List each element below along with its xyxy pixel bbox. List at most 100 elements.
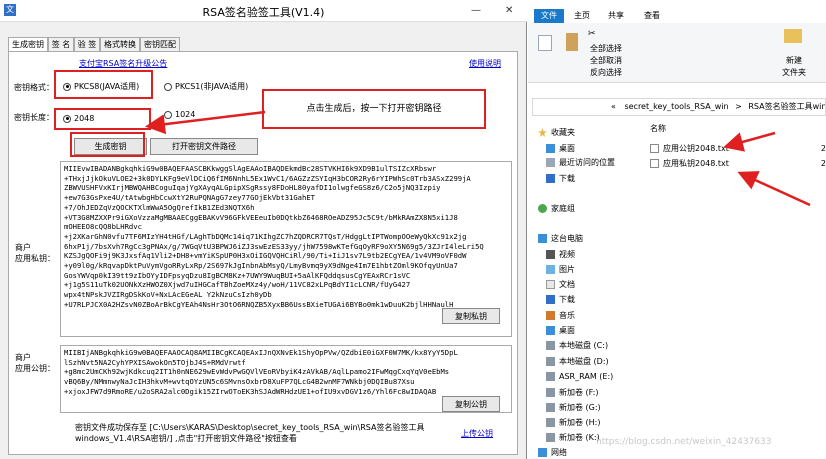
music-icon: [546, 311, 555, 320]
scissors-icon[interactable]: ✂: [588, 29, 596, 39]
select-all-button[interactable]: 全部选择: [590, 43, 622, 54]
address-bar[interactable]: « secret_key_tools_RSA_win > RSA签名验签工具wi…: [532, 98, 826, 116]
file-private-key[interactable]: 应用私钥2048.txt 2: [650, 158, 826, 169]
homegroup-icon: [538, 204, 547, 213]
copy-icon[interactable]: [538, 35, 552, 51]
ribbon-tab-view[interactable]: 查看: [642, 9, 662, 23]
drive-icon: [546, 433, 555, 442]
address-segment-current[interactable]: RSA签名验签工具windows: [748, 102, 825, 111]
document-icon: [546, 280, 555, 289]
nav-drive-k[interactable]: 新加卷 (K:): [546, 432, 600, 443]
ribbon: ✂ 全部选择 全部取消 反向选择 新建 文件夹: [528, 23, 826, 83]
ribbon-tab-file[interactable]: 文件: [534, 9, 564, 23]
length-highlight-box: [54, 108, 151, 130]
pkcs1-radio[interactable]: PKCS1(非JAVA适用): [164, 81, 248, 92]
select-none-button[interactable]: 全部取消: [590, 55, 622, 66]
nav-pictures[interactable]: 图片: [546, 264, 575, 275]
copy-private-key-button[interactable]: 复制私钥: [442, 308, 500, 324]
ribbon-tabs: 文件 主页 共享 查看: [528, 9, 826, 23]
nav-downloads-pc[interactable]: 下载: [546, 294, 575, 305]
file-list: 名称 应用公钥2048.txt 2 应用私钥2048.txt 2: [650, 120, 826, 459]
address-segment-folder[interactable]: secret_key_tools_RSA_win: [624, 102, 728, 111]
rsa-tool-window: 文 RSA签名验签工具(V1.4) — ✕ 生成密钥 签 名 验 签 格式转换 …: [0, 0, 527, 459]
drive-icon: [546, 357, 555, 366]
nav-desktop[interactable]: 桌面: [546, 143, 575, 154]
download-icon: [546, 295, 555, 304]
nav-documents[interactable]: 文档: [546, 279, 575, 290]
nav-label: 视频: [559, 250, 575, 259]
network-icon: [538, 448, 547, 457]
desktop-icon: [546, 326, 555, 335]
folder-icon[interactable]: [784, 29, 802, 43]
desktop-icon: [546, 144, 555, 153]
video-icon: [546, 250, 555, 259]
copy-public-key-button[interactable]: 复制公钥: [442, 396, 500, 412]
nav-drive-f[interactable]: 新加卷 (F:): [546, 387, 598, 398]
window-title: RSA签名验签工具(V1.4): [202, 6, 325, 19]
star-icon: [538, 128, 547, 137]
help-link[interactable]: 使用说明: [469, 58, 501, 69]
nav-this-pc[interactable]: 这台电脑: [538, 233, 583, 244]
drive-icon: [546, 372, 555, 381]
save-path-message-1: 密钥文件成功保存至 [C:\Users\KARAS\Desktop\secret…: [75, 423, 425, 432]
nav-drive-d[interactable]: 本地磁盘 (D:): [546, 356, 609, 367]
radio-empty-icon: [164, 110, 172, 119]
nav-homegroup[interactable]: 家庭组: [538, 203, 575, 214]
close-button[interactable]: ✕: [505, 5, 513, 16]
nav-drive-c[interactable]: 本地磁盘 (C:): [546, 340, 608, 351]
drive-icon: [546, 388, 555, 397]
nav-desktop-pc[interactable]: 桌面: [546, 325, 575, 336]
file-name: 应用公钥2048.txt: [663, 144, 729, 153]
nav-label: 本地磁盘 (D:): [559, 357, 609, 366]
invert-selection-button[interactable]: 反向选择: [590, 67, 622, 78]
nav-downloads[interactable]: 下载: [546, 173, 575, 184]
nav-label: 新加卷 (K:): [559, 433, 600, 442]
nav-label: 图片: [559, 265, 575, 274]
file-date: 2: [820, 144, 826, 153]
picture-icon: [546, 265, 555, 274]
minimize-button[interactable]: —: [471, 5, 481, 16]
paste-icon[interactable]: [566, 33, 578, 51]
tab-sign[interactable]: 签 名: [48, 37, 74, 51]
nav-label: 本地磁盘 (C:): [559, 341, 609, 350]
ribbon-tab-home[interactable]: 主页: [572, 9, 592, 23]
tab-format-convert[interactable]: 格式转换: [100, 37, 140, 51]
new-folder-label-1[interactable]: 新建: [786, 55, 802, 66]
nav-label: 新加卷 (G:): [559, 403, 601, 412]
nav-label: 文档: [559, 280, 575, 289]
upload-public-key-link[interactable]: 上传公钥: [461, 428, 493, 439]
upgrade-notice-link[interactable]: 支付宝RSA签名升级公告: [79, 58, 167, 69]
annotation-callout: 点击生成后，按一下打开密钥路径: [262, 89, 486, 129]
length-1024-radio[interactable]: 1024: [164, 110, 195, 119]
nav-label: 最近访问的位置: [559, 158, 615, 167]
tab-generate-key[interactable]: 生成密钥: [8, 37, 48, 52]
radio-empty-icon: [164, 82, 172, 91]
nav-favorites[interactable]: 收藏夹: [538, 127, 575, 138]
name-column-header[interactable]: 名称: [650, 123, 666, 134]
nav-network[interactable]: 网络: [538, 447, 567, 458]
new-folder-label-2[interactable]: 文件夹: [782, 67, 806, 78]
nav-videos[interactable]: 视频: [546, 249, 575, 260]
save-path-message-2: windows_V1.4\RSA密钥/] ,点击"打开密钥文件路径"按钮查看: [75, 434, 297, 443]
title-bar: 文 RSA签名验签工具(V1.4) — ✕: [0, 0, 527, 22]
nav-recent[interactable]: 最近访问的位置: [546, 157, 615, 168]
format-highlight-box: [54, 70, 153, 99]
open-key-path-button[interactable]: 打开密钥文件路径: [150, 138, 258, 155]
file-public-key[interactable]: 应用公钥2048.txt 2: [650, 143, 826, 154]
key-format-label: 密钥格式：: [14, 83, 54, 92]
nav-label: 下载: [559, 174, 575, 183]
nav-drive-e[interactable]: ASR_RAM (E:): [546, 372, 613, 381]
ribbon-tab-share[interactable]: 共享: [606, 9, 626, 23]
back-chevron-icon[interactable]: «: [611, 102, 616, 111]
nav-drive-h[interactable]: 新加卷 (H:): [546, 417, 601, 428]
nav-drive-g[interactable]: 新加卷 (G:): [546, 402, 601, 413]
private-key-label-1: 商户: [15, 243, 31, 252]
file-date: 2: [820, 159, 826, 168]
nav-label: 桌面: [559, 326, 575, 335]
tab-key-match[interactable]: 密钥匹配: [140, 37, 180, 51]
nav-label: 新加卷 (H:): [559, 418, 601, 427]
navigation-pane: 收藏夹 桌面 最近访问的位置 下载 家庭组 这台电脑 视频 图片 文档 下载 音…: [528, 120, 648, 459]
nav-music[interactable]: 音乐: [546, 310, 575, 321]
tab-verify[interactable]: 验 签: [74, 37, 100, 51]
download-icon: [546, 174, 555, 183]
